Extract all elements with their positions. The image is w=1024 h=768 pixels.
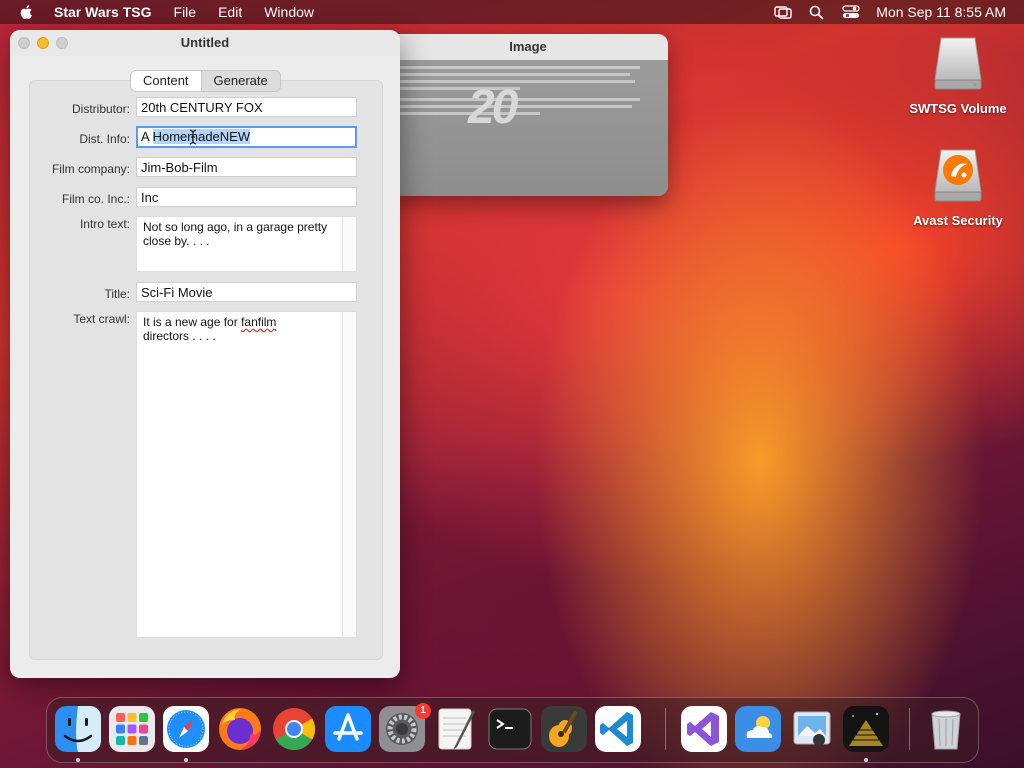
main-window-title: Untitled <box>180 35 230 50</box>
app-store-icon[interactable] <box>325 706 371 752</box>
title-input[interactable]: Sci-Fi Movie <box>136 282 357 302</box>
title-label: Title: <box>104 287 130 301</box>
finder-icon[interactable] <box>55 706 101 752</box>
text-crawl-line1: It is a new age for fanfilm <box>143 315 336 329</box>
finder-running-dot <box>76 758 80 762</box>
desktop-icon-label: SWTSG Volume <box>909 101 1007 116</box>
preview-fine-print <box>400 64 656 124</box>
dock-separator <box>909 708 910 750</box>
misspelled-word: fanfilm <box>241 315 277 329</box>
image-window-titlebar[interactable]: Image <box>388 34 668 60</box>
safari-running-dot <box>184 758 188 762</box>
menu-file[interactable]: File <box>174 4 197 20</box>
dist-info-input[interactable]: A HomemadeNEW <box>136 126 357 148</box>
dist-info-prefix: A <box>141 129 153 144</box>
distributor-input[interactable]: 20th CENTURY FOX <box>136 97 357 117</box>
avast-icon <box>934 149 982 202</box>
settings-notification-badge: 1 <box>415 703 431 719</box>
control-center-icon[interactable] <box>842 4 860 20</box>
desktop-icon-avast-security[interactable]: Avast Security <box>908 146 1008 228</box>
film-company-label: Film company: <box>51 162 130 176</box>
menu-bar-extras: Mon Sep 11 8:55 AM <box>758 0 1006 24</box>
tab-generate[interactable]: Generate <box>200 71 280 91</box>
intro-text-line1: Not so long ago, in a garage pretty <box>143 220 328 234</box>
intro-text-line2: close by. . . . <box>143 234 210 248</box>
text-crawl-label: Text crawl: <box>73 312 130 326</box>
menu-bar-clock[interactable]: Mon Sep 11 8:55 AM <box>876 4 1006 20</box>
fox-logo-text: 20 <box>468 81 518 134</box>
garageband-icon[interactable] <box>541 706 587 752</box>
intro-text-area[interactable]: Not so long ago, in a garage pretty clos… <box>136 216 357 272</box>
film-company-input[interactable]: Jim-Bob-Film <box>136 157 357 177</box>
menu-edit[interactable]: Edit <box>218 4 242 20</box>
image-window[interactable]: Image 20 <box>388 34 668 196</box>
screen-mirroring-icon[interactable] <box>774 4 792 20</box>
chrome-icon[interactable] <box>271 706 317 752</box>
text-cursor-icon <box>189 129 197 145</box>
film-co-inc-input[interactable]: Inc <box>136 187 357 207</box>
dist-info-selected-text: HomemadeNEW <box>152 129 251 144</box>
preview-icon[interactable] <box>789 706 835 752</box>
menu-bar: Star Wars TSG File Edit Window Mon Sep 1… <box>0 0 1024 24</box>
text-crawl-scrollbar[interactable] <box>342 312 356 637</box>
trash-icon[interactable] <box>923 706 969 752</box>
image-preview: 20 <box>388 60 668 196</box>
image-window-title: Image <box>509 39 547 54</box>
film-co-inc-label: Film co. Inc.: <box>61 192 130 206</box>
desktop-icon-label: Avast Security <box>913 213 1003 228</box>
visual-studio-icon[interactable] <box>681 706 727 752</box>
text-crawl-area[interactable]: It is a new age for fanfilm directors . … <box>136 311 357 638</box>
dock-separator <box>665 708 666 750</box>
apple-menu-icon[interactable] <box>18 3 36 21</box>
dist-info-label: Dist. Info: <box>79 132 130 146</box>
text-crawl-line1-prefix: It is a new age for <box>143 315 242 329</box>
tab-content[interactable]: Content <box>131 71 201 91</box>
terminal-icon[interactable] <box>487 706 533 752</box>
main-window-titlebar[interactable]: Untitled <box>10 30 400 56</box>
menu-window[interactable]: Window <box>264 4 314 20</box>
star-wars-tsg-icon[interactable] <box>843 706 889 752</box>
text-crawl-line2: directors . . . . <box>143 329 216 343</box>
tab-control: Content Generate <box>130 70 281 92</box>
main-window[interactable]: Untitled Content Generate Distributor: 2… <box>10 30 400 678</box>
safari-icon[interactable] <box>163 706 209 752</box>
star-wars-tsg-running-dot <box>864 758 868 762</box>
intro-text-scrollbar[interactable] <box>342 217 356 271</box>
desktop-icon-swtsg-volume[interactable]: SWTSG Volume <box>908 34 1008 116</box>
dock: 1 <box>46 697 979 763</box>
spotlight-search-icon[interactable] <box>808 4 826 20</box>
app-name-menu[interactable]: Star Wars TSG <box>54 4 152 20</box>
launchpad-icon[interactable] <box>109 706 155 752</box>
distributor-label: Distributor: <box>71 102 130 116</box>
drive-icon <box>934 37 982 90</box>
textedit-icon[interactable] <box>433 706 479 752</box>
weather-icon[interactable] <box>735 706 781 752</box>
firefox-icon[interactable] <box>217 706 263 752</box>
vscode-icon[interactable] <box>595 706 641 752</box>
intro-text-label: Intro text: <box>79 217 130 231</box>
